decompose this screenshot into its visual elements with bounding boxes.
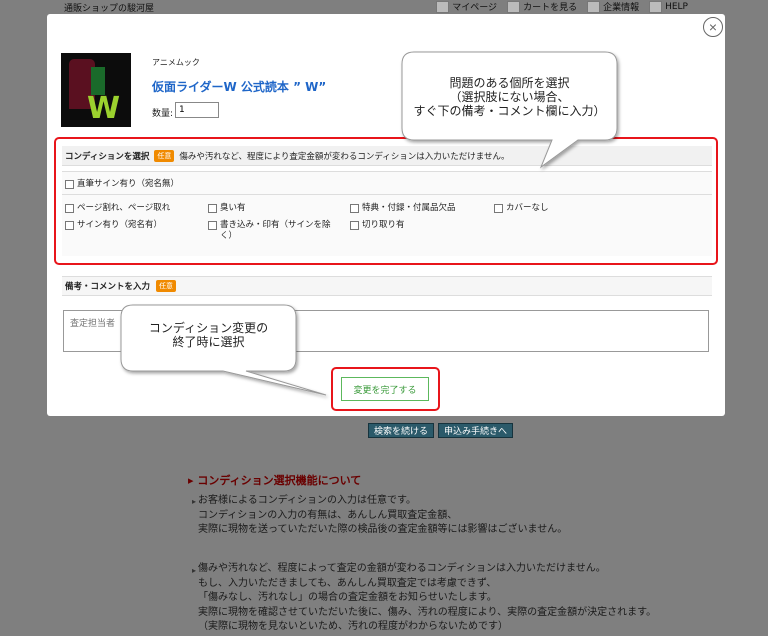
callout-bottom-bubble (120, 304, 327, 396)
callout-shapes (120, 51, 618, 396)
callout-top-text: 問題のある個所を選択 （選択肢にない場合、 すぐ下の備考・コメント欄に入力） (413, 76, 606, 118)
callout-bottom-text: コンディション変更の 終了時に選択 (148, 321, 269, 349)
